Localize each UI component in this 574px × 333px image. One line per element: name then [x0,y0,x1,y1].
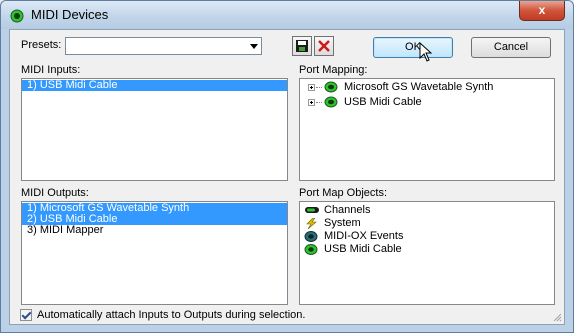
list-item[interactable]: MIDI-OX Events [300,230,554,243]
list-item[interactable]: 3) MIDI Mapper [22,225,287,236]
window-title: MIDI Devices [31,7,109,22]
midi-port-icon [324,81,338,93]
port-map-objects-list[interactable]: Channels System MIDI-OX Events USB Midi … [299,201,555,305]
mouse-cursor-icon [419,42,433,62]
red-x-delete-icon [318,40,330,52]
cancel-button[interactable]: Cancel [471,37,551,58]
channels-icon [305,207,319,213]
title-bar[interactable]: MIDI Devices x [1,1,573,29]
tree-node-label: Microsoft GS Wavetable Synth [344,81,494,93]
midi-outputs-label: MIDI Outputs: [21,187,89,199]
midi-port-icon [10,9,24,23]
port-mapping-tree[interactable]: Microsoft GS Wavetable Synth USB Midi Ca… [299,78,555,181]
list-item[interactable]: USB Midi Cable [300,243,554,256]
tree-node[interactable]: USB Midi Cable [308,95,554,110]
ok-button[interactable]: OK [373,37,453,58]
object-label: Channels [324,204,371,216]
object-label: USB Midi Cable [324,243,402,255]
auto-attach-label[interactable]: Automatically attach Inputs to Outputs d… [37,309,305,321]
presets-label: Presets: [21,39,62,51]
close-icon: x [538,3,546,17]
list-item[interactable]: Channels [300,204,554,217]
port-map-objects-label: Port Map Objects: [299,187,388,199]
close-button[interactable]: x [519,1,565,21]
presets-dropdown[interactable] [65,37,262,55]
resize-grip-icon[interactable] [552,312,562,322]
tree-node[interactable]: Microsoft GS Wavetable Synth [308,80,554,95]
midi-port-icon [304,244,318,255]
tree-node-label: USB Midi Cable [344,96,422,108]
midi-ox-events-icon [304,231,318,242]
floppy-disk-icon [296,40,308,52]
expand-icon[interactable] [308,84,315,91]
auto-attach-checkbox[interactable] [20,309,32,321]
object-label: System [324,217,361,229]
object-label: MIDI-OX Events [324,230,404,242]
dialog-body: Presets: OK Cancel MIDI Inputs: 1) USB M… [9,29,565,325]
delete-preset-button[interactable] [314,36,334,56]
midi-devices-window: MIDI Devices x Presets: OK Cancel MIDI I… [0,0,574,333]
midi-inputs-label: MIDI Inputs: [21,64,81,76]
list-item[interactable]: 1) USB Midi Cable [22,80,287,91]
lightning-icon [306,218,317,229]
list-item[interactable]: System [300,217,554,230]
midi-inputs-list[interactable]: 1) USB Midi Cable [21,78,288,181]
chevron-down-icon[interactable] [250,44,258,49]
expand-icon[interactable] [308,99,315,106]
midi-outputs-list[interactable]: 1) Microsoft GS Wavetable Synth 2) USB M… [21,201,288,305]
save-preset-button[interactable] [292,36,312,56]
midi-port-icon [324,96,338,108]
port-mapping-label: Port Mapping: [299,64,368,76]
